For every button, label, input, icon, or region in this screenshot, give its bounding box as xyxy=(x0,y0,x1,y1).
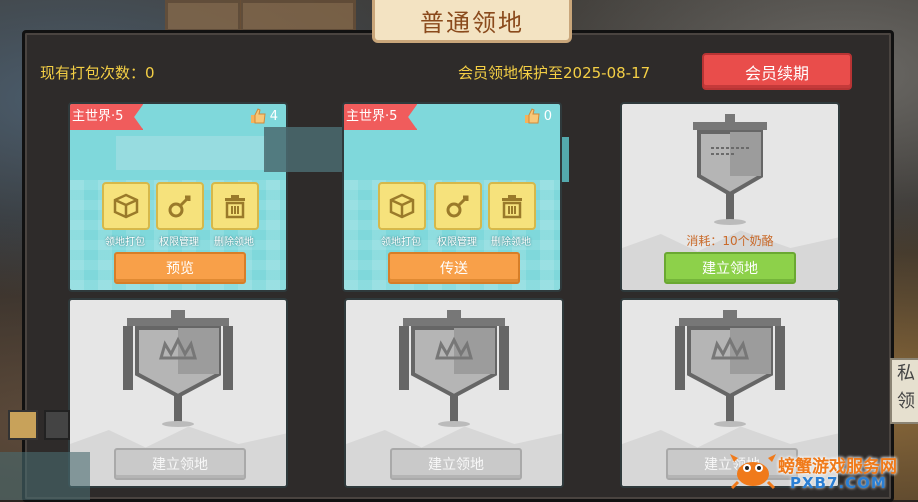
territory-card-4: 建立领地 xyxy=(68,298,288,488)
box-icon xyxy=(389,193,415,219)
action-label: 删除领地 xyxy=(491,237,531,248)
action-label: 领地打包 xyxy=(381,237,421,248)
hotbar-slot[interactable] xyxy=(8,410,38,440)
page-title: 普通领地 xyxy=(372,0,572,43)
like-counter[interactable]: 0 xyxy=(524,108,552,124)
cost-label: 消耗：10个奶酪 xyxy=(686,234,774,248)
protection-expiry-label: 会员领地保护至2025-08-17 xyxy=(458,64,651,82)
permission-management-action[interactable]: 权限管理 xyxy=(434,182,482,248)
flag-icon xyxy=(675,310,785,427)
obscured-region xyxy=(0,452,90,500)
box-icon xyxy=(113,193,139,219)
obscured-region xyxy=(264,127,344,172)
pack-territory-action[interactable]: 领地打包 xyxy=(378,182,426,248)
pack-count-label: 现有打包次数：0 xyxy=(40,64,155,82)
thumbs-up-icon xyxy=(250,108,266,124)
build-territory-button[interactable]: 建立领地 xyxy=(664,252,796,284)
trash-icon xyxy=(502,195,522,219)
thumbs-up-icon xyxy=(524,108,540,124)
vip-renew-button[interactable]: 会员续期 xyxy=(702,53,852,90)
territory-card-5: 建立领地 xyxy=(344,298,564,488)
world-label: 主世界·5 xyxy=(70,104,144,130)
like-counter[interactable]: 4 xyxy=(250,108,278,124)
flag-icon xyxy=(399,310,509,427)
flag-icon xyxy=(123,310,233,427)
build-territory-button[interactable]: 建立领地 xyxy=(114,448,246,480)
obscured-territory-name xyxy=(116,136,266,170)
world-label: 主世界·5 xyxy=(344,104,418,130)
flag-icon xyxy=(693,114,767,225)
key-icon xyxy=(168,195,191,218)
delete-territory-action[interactable]: 删除领地 xyxy=(211,182,259,248)
trash-icon xyxy=(225,195,245,219)
watermark-url: PXB7.COM xyxy=(790,474,887,492)
like-count: 4 xyxy=(269,108,278,124)
like-count: 0 xyxy=(543,108,552,124)
key-icon xyxy=(446,195,469,218)
territory-card-3: 消耗：10个奶酪 建立领地 xyxy=(620,102,840,292)
crab-logo-icon xyxy=(730,454,776,490)
build-territory-button[interactable]: 建立领地 xyxy=(390,448,522,480)
background-crate xyxy=(165,0,241,32)
action-label: 权限管理 xyxy=(159,237,199,248)
permission-management-action[interactable]: 权限管理 xyxy=(156,182,204,248)
territory-card-2: 主世界·5 0 领地打包 权限管理 删除领地 传送 xyxy=(342,102,562,292)
pack-territory-action[interactable]: 领地打包 xyxy=(102,182,150,248)
side-tab-line: 私 xyxy=(897,363,915,384)
private-territory-tab[interactable]: 私 领 xyxy=(890,358,918,424)
background-crate xyxy=(240,0,356,32)
preview-button[interactable]: 预览 xyxy=(114,252,246,284)
action-label: 权限管理 xyxy=(437,237,477,248)
territory-card-1: 主世界·5 4 领地打包 权限管理 删除领地 预览 xyxy=(68,102,288,292)
side-tab-line: 领 xyxy=(897,391,915,412)
teleport-button[interactable]: 传送 xyxy=(388,252,520,284)
delete-territory-action[interactable]: 删除领地 xyxy=(488,182,536,248)
hotbar-slot[interactable] xyxy=(44,410,70,440)
action-label: 删除领地 xyxy=(214,237,254,248)
action-label: 领地打包 xyxy=(105,237,145,248)
